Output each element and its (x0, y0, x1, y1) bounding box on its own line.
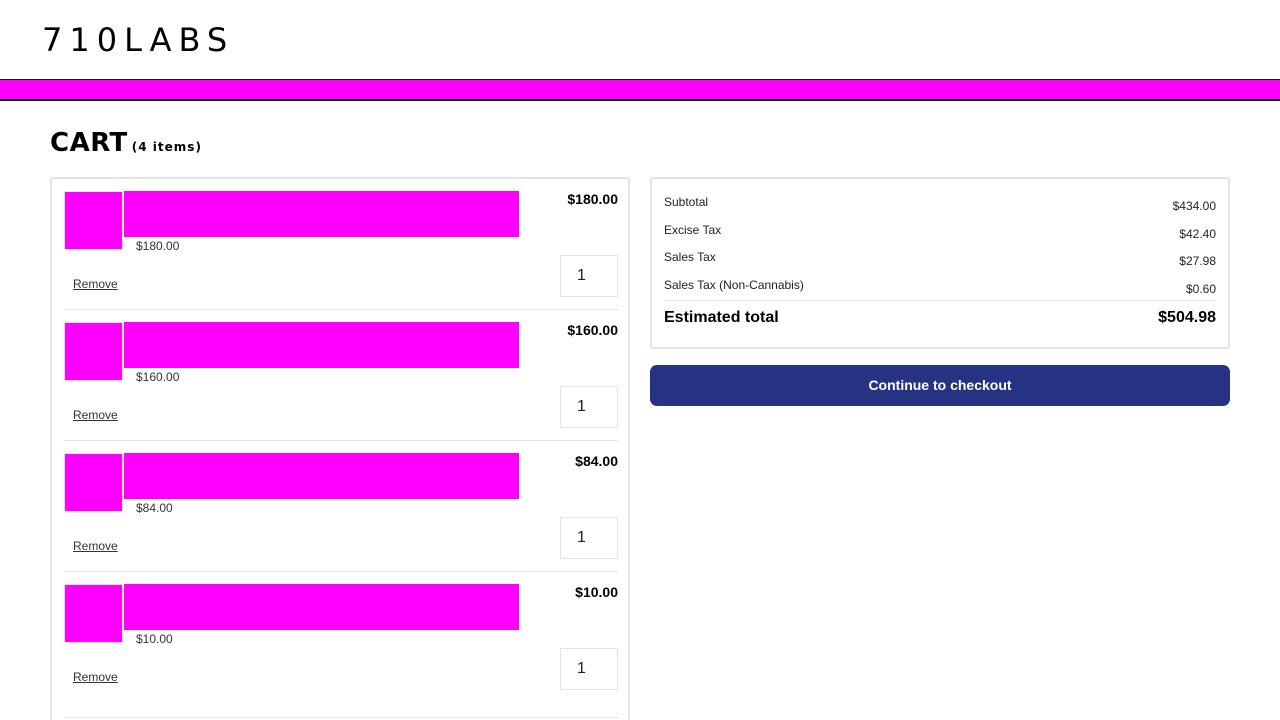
quantity-input[interactable]: 1 (560, 517, 618, 559)
product-name-redacted[interactable] (124, 191, 519, 237)
cart-item: $84.00 Remove $84.00 1 (64, 453, 618, 584)
summary-label: Excise Tax (664, 223, 722, 237)
summary-label: Sales Tax (664, 250, 716, 264)
summary-label: Subtotal (664, 195, 709, 209)
product-thumbnail[interactable] (64, 584, 123, 643)
line-total: $160.00 (567, 322, 618, 338)
cart-items-panel: $180.00 Remove $180.00 1 $160.00 Remove … (50, 177, 630, 720)
unit-price: $84.00 (136, 501, 173, 515)
remove-button[interactable]: Remove (73, 670, 118, 684)
order-summary-panel: Subtotal $434.00 Excise Tax $42.40 Sales… (650, 177, 1230, 349)
cart-item: $180.00 Remove $180.00 1 (64, 191, 618, 322)
unit-price: $180.00 (136, 239, 180, 253)
estimated-total-label: Estimated total (664, 309, 779, 326)
accent-banner (0, 79, 1280, 101)
site-header: 710LABS (0, 0, 1280, 79)
item-divider (64, 309, 618, 310)
summary-value: $27.98 (1179, 254, 1216, 268)
item-divider (64, 440, 618, 441)
quantity-input[interactable]: 1 (560, 386, 618, 428)
cart-item: $10.00 Remove $10.00 1 (64, 584, 618, 715)
line-total: $84.00 (575, 453, 618, 469)
product-thumbnail[interactable] (64, 453, 123, 512)
estimated-total-row: Estimated total $504.98 (664, 309, 1216, 331)
product-thumbnail[interactable] (64, 191, 123, 250)
summary-row-sales-tax-non-cannabis: Sales Tax (Non-Cannabis) $0.60 (664, 278, 1216, 298)
site-logo[interactable]: 710LABS (42, 22, 234, 58)
item-divider (64, 717, 618, 718)
cart-item-count: (4 items) (131, 140, 202, 154)
summary-value: $42.40 (1179, 227, 1216, 241)
product-name-redacted[interactable] (124, 584, 519, 630)
remove-button[interactable]: Remove (73, 408, 118, 422)
product-name-redacted[interactable] (124, 453, 519, 499)
product-thumbnail[interactable] (64, 322, 123, 381)
item-divider (64, 571, 618, 572)
summary-row-excise-tax: Excise Tax $42.40 (664, 223, 1216, 243)
quantity-input[interactable]: 1 (560, 255, 618, 297)
remove-button[interactable]: Remove (73, 277, 118, 291)
summary-divider (664, 300, 1216, 301)
remove-button[interactable]: Remove (73, 539, 118, 553)
cart-item: $160.00 Remove $160.00 1 (64, 322, 618, 453)
summary-row-subtotal: Subtotal $434.00 (664, 195, 1216, 215)
line-total: $180.00 (567, 191, 618, 207)
cart-title-text: CART (50, 128, 128, 158)
summary-row-sales-tax: Sales Tax $27.98 (664, 250, 1216, 270)
unit-price: $10.00 (136, 632, 173, 646)
continue-to-checkout-button[interactable]: Continue to checkout (650, 365, 1230, 406)
quantity-input[interactable]: 1 (560, 648, 618, 690)
summary-value: $434.00 (1172, 199, 1216, 213)
unit-price: $160.00 (136, 370, 180, 384)
line-total: $10.00 (575, 584, 618, 600)
summary-value: $0.60 (1185, 282, 1216, 296)
summary-label: Sales Tax (Non-Cannabis) (664, 278, 804, 292)
product-name-redacted[interactable] (124, 322, 519, 368)
estimated-total-value: $504.98 (1158, 309, 1216, 326)
page-title: CART (4 items) (50, 128, 202, 162)
